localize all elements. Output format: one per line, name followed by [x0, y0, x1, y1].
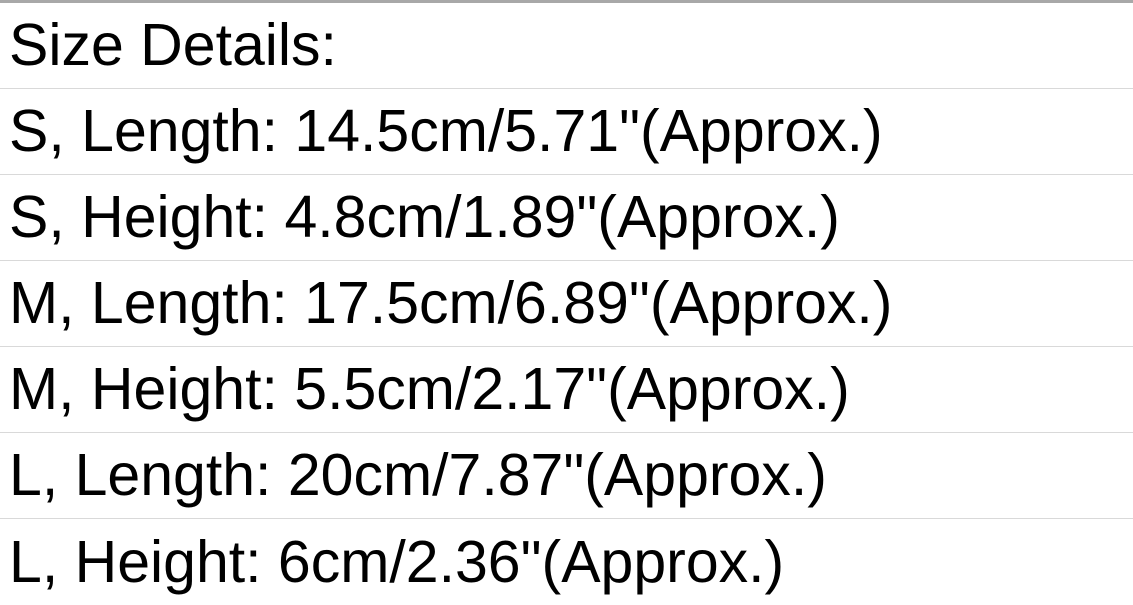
size-row-s-height: S, Height: 4.8cm/1.89"(Approx.) — [0, 175, 1133, 261]
size-row-l-length: L, Length: 20cm/7.87"(Approx.) — [0, 433, 1133, 519]
size-row-l-height: L, Height: 6cm/2.36"(Approx.) — [9, 528, 785, 595]
size-row-s-length: S, Length: 14.5cm/5.71"(Approx.) — [0, 89, 1133, 175]
size-details-heading: Size Details: — [0, 3, 1133, 89]
size-row-m-length: M, Length: 17.5cm/6.89"(Approx.) — [0, 261, 1133, 347]
size-details-table: Size Details: S, Length: 14.5cm/5.71"(Ap… — [0, 3, 1133, 605]
size-row-m-height: M, Height: 5.5cm/2.17"(Approx.) — [0, 347, 1133, 433]
